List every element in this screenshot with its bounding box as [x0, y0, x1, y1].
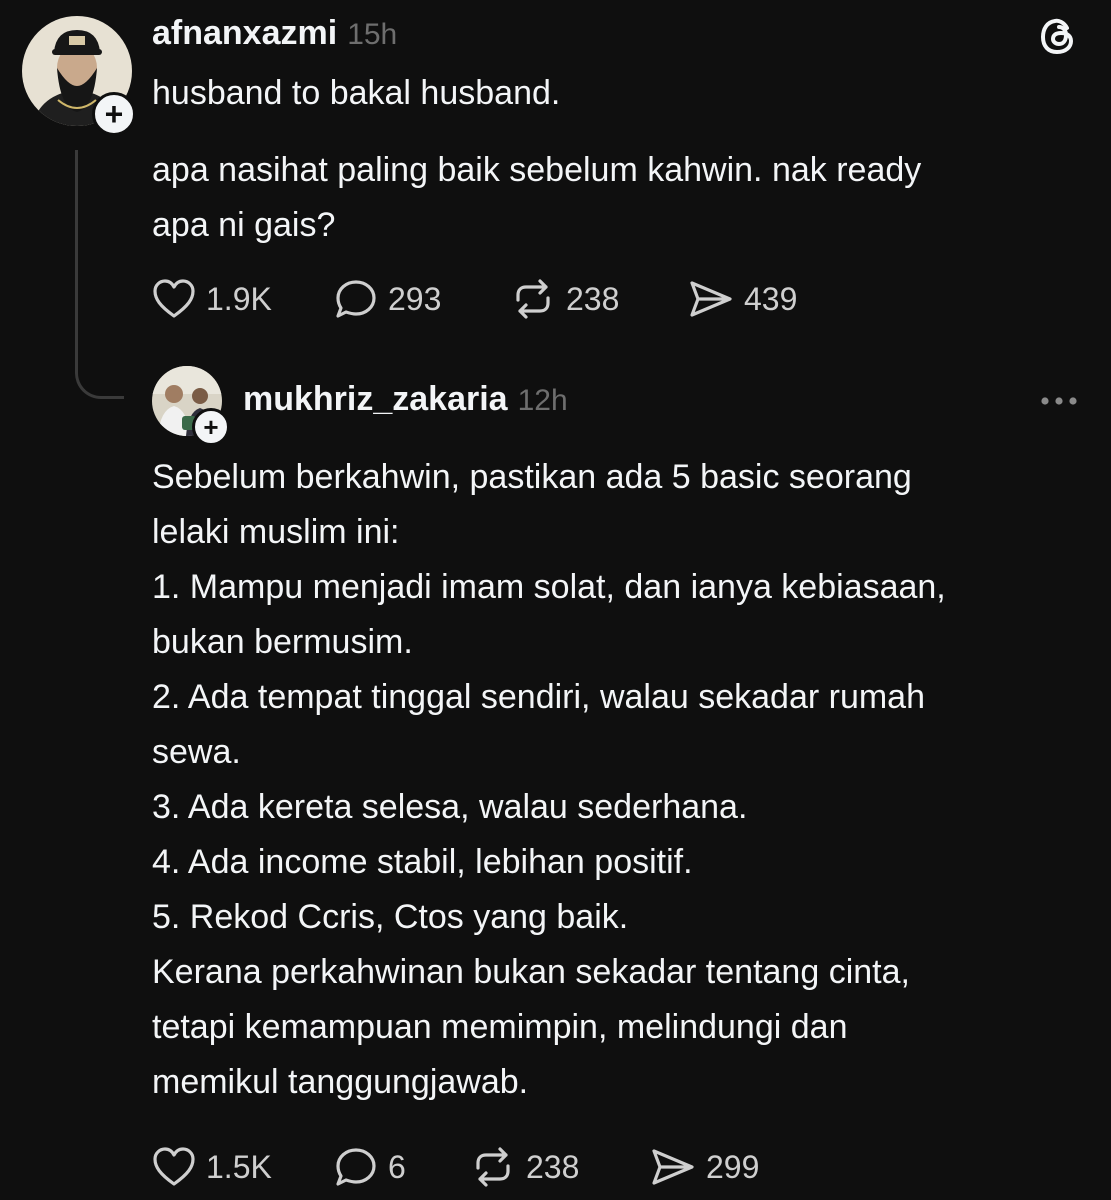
reply-line: tetapi kemampuan memimpin, melindungi da…	[152, 1008, 848, 1046]
post-line: apa nasihat paling baik sebelum kahwin. …	[152, 151, 922, 189]
threads-logo-icon[interactable]	[1036, 14, 1080, 58]
heart-icon	[153, 279, 195, 318]
reply-line: sewa.	[152, 733, 241, 771]
post-header: afnanxazmi 15h	[152, 14, 397, 53]
thread-connector-line	[75, 150, 124, 399]
comment-icon	[336, 280, 376, 318]
reply-line: Kerana perkahwinan bukan sekadar tentang…	[152, 953, 910, 991]
follow-plus-icon[interactable]: +	[92, 92, 136, 136]
post-reply-count: 293	[388, 280, 442, 317]
comment-icon	[336, 1148, 376, 1186]
reply-line: Sebelum berkahwin, pastikan ada 5 basic …	[152, 458, 912, 496]
reply-repost-button[interactable]: 238	[470, 1146, 579, 1188]
reply-line: 1. Mampu menjadi imam solat, dan ianya k…	[152, 568, 946, 606]
reply-line: 4. Ada income stabil, lebihan positif.	[152, 843, 693, 881]
reply-reply-button[interactable]: 6	[334, 1146, 406, 1188]
post-like-count: 1.9K	[206, 280, 272, 317]
reply-username[interactable]: mukhriz_zakaria	[243, 380, 508, 419]
send-icon	[690, 281, 732, 317]
reply-line: bukan bermusim.	[152, 623, 413, 661]
reply-header: mukhriz_zakaria 12h	[243, 380, 568, 419]
send-icon	[652, 1149, 694, 1185]
reply-body: Sebelum berkahwin, pastikan ada 5 basic …	[152, 450, 946, 1110]
reply-like-count: 1.5K	[206, 1148, 272, 1185]
reply-line: memikul tanggungjawab.	[152, 1063, 529, 1101]
post-repost-count: 238	[566, 280, 620, 317]
repost-icon	[516, 279, 550, 319]
post-share-button[interactable]: 439	[688, 278, 797, 320]
reply-timestamp: 12h	[517, 384, 568, 417]
reply-share-count: 299	[706, 1148, 760, 1185]
post-paragraph-2: apa nasihat paling baik sebelum kahwin. …	[152, 143, 921, 253]
reply-line: lelaki muslim ini:	[152, 513, 400, 551]
post-like-button[interactable]: 1.9K	[152, 278, 272, 320]
reply-line: 5. Rekod Ccris, Ctos yang baik.	[152, 898, 629, 936]
more-horizontal-icon[interactable]	[1038, 392, 1080, 410]
reply-reply-count: 6	[388, 1148, 406, 1185]
reply-share-button[interactable]: 299	[650, 1146, 759, 1188]
post-username[interactable]: afnanxazmi	[152, 14, 337, 53]
post-paragraph-1: husband to bakal husband.	[152, 66, 560, 121]
reply-repost-count: 238	[526, 1148, 580, 1185]
post-share-count: 439	[744, 280, 798, 317]
post-line: apa ni gais?	[152, 206, 336, 244]
reply-line: 2. Ada tempat tinggal sendiri, walau sek…	[152, 678, 926, 716]
heart-icon	[153, 1147, 195, 1186]
post-reply-button[interactable]: 293	[334, 278, 441, 320]
post-line: husband to bakal husband.	[152, 74, 561, 112]
post-timestamp: 15h	[347, 18, 398, 51]
reply-line: 3. Ada kereta selesa, walau sederhana.	[152, 788, 748, 826]
reply-like-button[interactable]: 1.5K	[152, 1146, 272, 1188]
follow-plus-icon[interactable]: +	[192, 408, 230, 446]
repost-icon	[476, 1147, 510, 1187]
post-repost-button[interactable]: 238	[510, 278, 619, 320]
